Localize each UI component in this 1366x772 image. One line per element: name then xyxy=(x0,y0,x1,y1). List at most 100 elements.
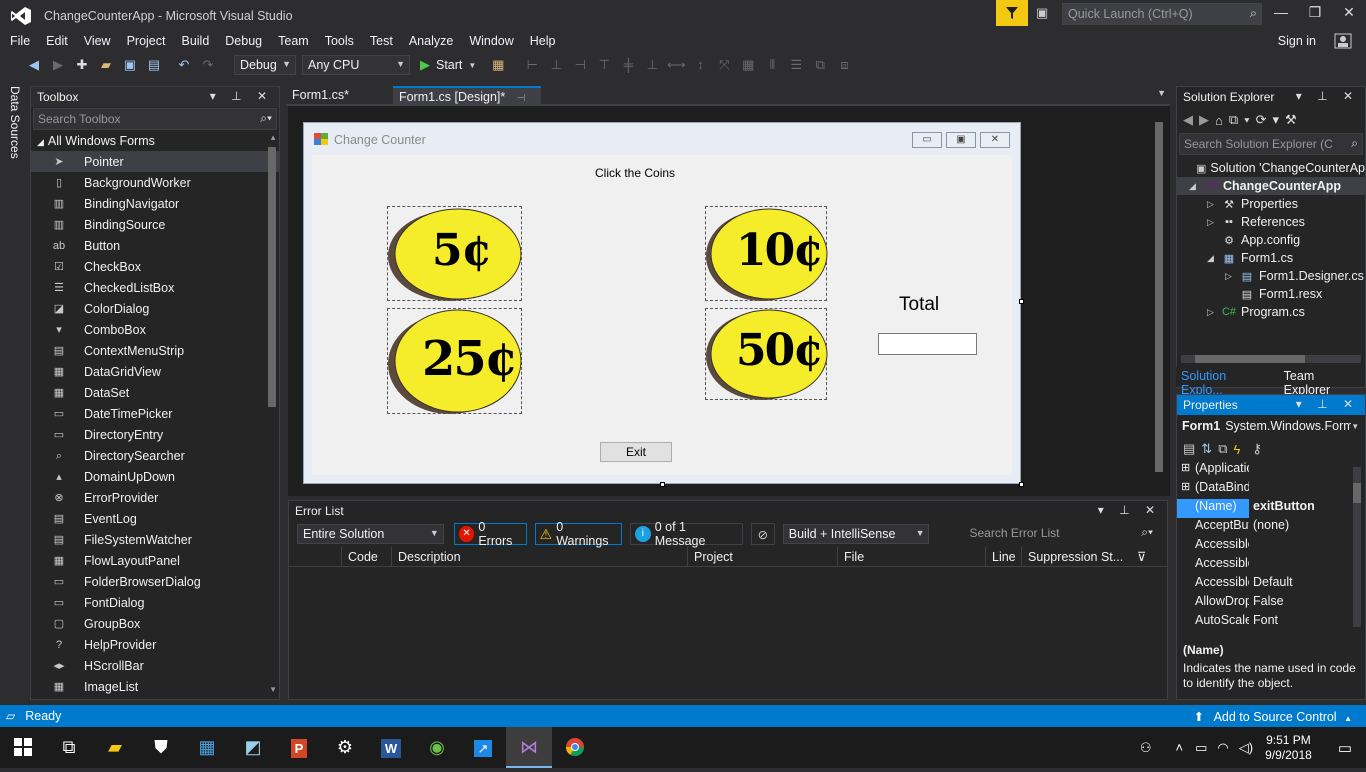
property-value[interactable] xyxy=(1249,537,1329,556)
toolbox-item[interactable]: ◪ ColorDialog xyxy=(31,298,279,319)
object-select[interactable]: Form1 System.Windows.Form ▼ xyxy=(1177,415,1365,437)
solution-tree-item[interactable]: ▣ Solution 'ChangeCounterAp xyxy=(1177,159,1365,177)
categorized-icon[interactable]: ▤ xyxy=(1183,441,1201,457)
battery-icon[interactable]: ▭ xyxy=(1195,740,1207,756)
windows-start-icon[interactable] xyxy=(0,727,46,768)
notifications-icon[interactable]: ▭ xyxy=(1338,739,1352,757)
expander-icon[interactable]: ◢ xyxy=(1207,253,1221,264)
switch-views-icon[interactable]: ⧉▾ xyxy=(1229,112,1256,128)
coin-5-picturebox[interactable]: 5¢ xyxy=(387,206,522,301)
make-same-size-icon[interactable]: ⤧ xyxy=(714,55,734,75)
expander-icon[interactable]: ◢ xyxy=(1189,181,1203,192)
property-value[interactable]: Default xyxy=(1249,575,1329,594)
scroll-thumb[interactable] xyxy=(1195,355,1305,363)
menu-help[interactable]: Help xyxy=(522,32,564,52)
undo-icon[interactable]: ↶ xyxy=(174,55,194,75)
panel-buttons[interactable]: ▾ ⊥ ✕ xyxy=(1296,397,1359,411)
total-textbox[interactable] xyxy=(878,333,977,355)
task-view-icon[interactable]: ⧉ xyxy=(46,727,92,768)
alphabetical-icon[interactable]: ⇅ xyxy=(1201,441,1218,457)
notes-icon[interactable]: ◩ xyxy=(230,727,276,768)
property-value[interactable]: Font xyxy=(1249,613,1329,632)
scroll-thumb[interactable] xyxy=(1155,122,1163,472)
toolbox-item[interactable]: ▦ FlowLayoutPanel xyxy=(31,550,279,571)
expander-icon[interactable]: ▷ xyxy=(1207,307,1221,318)
property-row[interactable]: AccessibleDe xyxy=(1177,537,1365,556)
bring-to-front-icon[interactable]: ⧉ xyxy=(810,55,830,75)
menu-project[interactable]: Project xyxy=(119,32,174,52)
toolbox-item[interactable]: ▤ ContextMenuStrip xyxy=(31,340,279,361)
solution-tree-item[interactable]: ▷ C# Program.cs xyxy=(1177,303,1365,321)
send-to-back-icon[interactable]: ⧈ xyxy=(834,55,854,75)
messages-toggle[interactable]: i0 of 1 Message xyxy=(630,520,744,548)
coin-50-picturebox[interactable]: 50¢ xyxy=(705,308,828,400)
expander-icon[interactable]: ▷ xyxy=(1225,271,1239,282)
solution-tree-item[interactable]: ◢ C# ChangeCounterApp xyxy=(1177,177,1365,195)
property-value[interactable] xyxy=(1249,480,1329,499)
toolbox-item[interactable]: ▴ DomainUpDown xyxy=(31,466,279,487)
panel-buttons[interactable]: ▾ ⊥ ✕ xyxy=(1098,503,1161,517)
toolbox-item[interactable]: ▦ DataSet xyxy=(31,382,279,403)
expander-icon[interactable]: ▷ xyxy=(1207,217,1221,228)
toolbox-item[interactable]: ▢ GroupBox xyxy=(31,613,279,634)
globe-app-icon[interactable]: ◉ xyxy=(414,727,460,768)
volume-icon[interactable]: ◁) xyxy=(1239,740,1253,756)
scroll-thumb[interactable] xyxy=(1353,483,1361,503)
toolbox-item[interactable]: ☑ CheckBox xyxy=(31,256,279,277)
menu-file[interactable]: File xyxy=(0,32,38,52)
menu-build[interactable]: Build xyxy=(173,32,217,52)
property-value[interactable] xyxy=(1249,556,1329,575)
menu-tools[interactable]: Tools xyxy=(317,32,362,52)
resize-handle-corner[interactable] xyxy=(1019,482,1024,487)
warnings-toggle[interactable]: ⚠ 0 Warnings xyxy=(534,520,623,548)
notification-filter-icon[interactable] xyxy=(996,0,1028,26)
solution-tree-item[interactable]: ◢ ▦ Form1.cs xyxy=(1177,249,1365,267)
toolbox-item[interactable]: ▦ ImageList xyxy=(31,676,279,697)
col-description[interactable]: Description xyxy=(391,546,687,567)
property-row[interactable]: (Name) exitButton xyxy=(1177,499,1365,518)
col-project[interactable]: Project xyxy=(687,546,837,567)
property-row[interactable]: AcceptButto(none) xyxy=(1177,518,1365,537)
menu-debug[interactable]: Debug xyxy=(217,32,270,52)
property-row[interactable]: ⊞ (Application xyxy=(1177,461,1365,480)
horizontal-spacing-icon[interactable]: ⫴ xyxy=(762,55,782,75)
property-value[interactable]: (none) xyxy=(1249,518,1329,537)
solution-tree-item[interactable]: ⚙ App.config xyxy=(1177,231,1365,249)
make-same-height-icon[interactable]: ↕ xyxy=(690,55,710,75)
toolbox-item[interactable]: ▭ DirectoryEntry xyxy=(31,424,279,445)
clear-filter-icon[interactable]: ⊘ xyxy=(751,523,775,545)
file-explorer-icon[interactable]: ▰ xyxy=(92,727,138,768)
coin-10-picturebox[interactable]: 10¢ xyxy=(705,206,828,301)
property-row[interactable]: AllowDrop False xyxy=(1177,594,1365,613)
data-sources-tab[interactable]: Data Sources xyxy=(8,86,22,159)
make-same-width-icon[interactable]: ⟷ xyxy=(666,55,686,75)
property-pages-icon[interactable]: ⚷ xyxy=(1252,441,1268,457)
heading-label[interactable]: Click the Coins xyxy=(595,166,675,180)
people-icon[interactable]: ⚇ xyxy=(1140,740,1152,756)
toolbox-item[interactable]: ▭ DateTimePicker xyxy=(31,403,279,424)
feedback-icon[interactable]: ▣ xyxy=(1036,5,1056,21)
size-to-grid-icon[interactable]: ▦ xyxy=(738,55,758,75)
menu-analyze[interactable]: Analyze xyxy=(401,32,461,52)
col-file[interactable]: File xyxy=(837,546,985,567)
property-row[interactable]: ⊞ (DataBinding xyxy=(1177,480,1365,499)
error-search-input[interactable]: Search Error List ⌕▾ xyxy=(965,523,1158,545)
properties-icon[interactable]: ⧉ xyxy=(1218,441,1233,457)
redo-icon[interactable]: ↷ xyxy=(198,55,218,75)
align-middles-icon[interactable]: ╪ xyxy=(618,55,638,75)
coin-25-picturebox[interactable]: 25¢ xyxy=(387,308,522,414)
solution-tree-item[interactable]: ▷ ▪▪ References xyxy=(1177,213,1365,231)
toolbox-search-input[interactable]: Search Toolbox ⌕▾ xyxy=(33,108,277,130)
tab-form1-design[interactable]: Form1.cs [Design]* ⊣ ✕ xyxy=(392,86,541,119)
events-icon[interactable]: ϟ xyxy=(1234,442,1247,457)
resize-handle-right[interactable] xyxy=(1019,299,1024,304)
toolbox-item[interactable]: ☰ CheckedListBox xyxy=(31,277,279,298)
minimize-button[interactable]: — xyxy=(1264,4,1298,26)
sign-in-link[interactable]: Sign in xyxy=(1278,34,1316,48)
maximize-button[interactable]: ❐ xyxy=(1298,4,1332,26)
wifi-icon[interactable]: ◠ xyxy=(1217,740,1228,756)
toolbox-item[interactable]: ▤ EventLog xyxy=(31,508,279,529)
tab-overflow-icon[interactable]: ▼ xyxy=(1157,88,1166,98)
toolbox-item[interactable]: ▤ FileSystemWatcher xyxy=(31,529,279,550)
tab-solution-explorer[interactable]: Solution Explo... xyxy=(1176,367,1273,397)
